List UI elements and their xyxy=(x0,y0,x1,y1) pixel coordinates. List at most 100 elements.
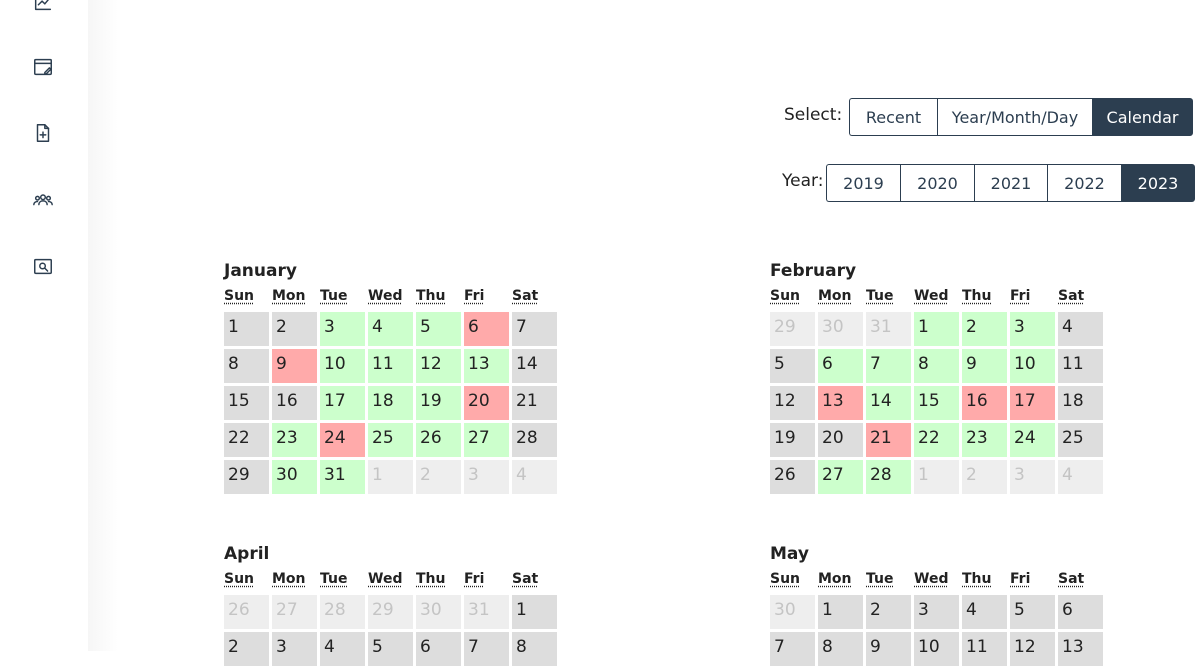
calendar-day[interactable]: 23 xyxy=(962,423,1007,457)
calendar-day[interactable]: 8 xyxy=(224,349,269,383)
calendar-day[interactable]: 10 xyxy=(320,349,365,383)
calendar-day[interactable]: 3 xyxy=(272,632,317,666)
calendar-day[interactable]: 26 xyxy=(416,423,461,457)
calendar-day[interactable]: 20 xyxy=(818,423,863,457)
calendar-day[interactable]: 13 xyxy=(818,386,863,420)
view-recent-button[interactable]: Recent xyxy=(849,98,937,136)
edit-note-icon[interactable] xyxy=(31,55,55,79)
calendar-day[interactable]: 19 xyxy=(416,386,461,420)
calendar-day[interactable]: 21 xyxy=(866,423,911,457)
calendar-day[interactable]: 8 xyxy=(818,632,863,666)
calendar-day[interactable]: 4 xyxy=(1058,312,1103,346)
calendar-day[interactable]: 19 xyxy=(770,423,815,457)
calendar-day[interactable]: 9 xyxy=(866,632,911,666)
view-ymd-button[interactable]: Year/Month/Day xyxy=(937,98,1092,136)
calendar-day[interactable]: 28 xyxy=(866,460,911,494)
calendar-day[interactable]: 30 xyxy=(272,460,317,494)
calendar-day[interactable]: 7 xyxy=(866,349,911,383)
calendar-day[interactable]: 24 xyxy=(1010,423,1055,457)
year-2022-button[interactable]: 2022 xyxy=(1047,164,1121,202)
calendar-day[interactable]: 2 xyxy=(866,595,911,629)
year-2023-button[interactable]: 2023 xyxy=(1121,164,1195,202)
year-2019-button[interactable]: 2019 xyxy=(826,164,900,202)
calendar-day[interactable]: 7 xyxy=(464,632,509,666)
calendar-day[interactable]: 8 xyxy=(512,632,557,666)
chart-icon[interactable] xyxy=(31,0,55,14)
calendar-day[interactable]: 18 xyxy=(1058,386,1103,420)
calendar-day[interactable]: 10 xyxy=(914,632,959,666)
year-2020-button[interactable]: 2020 xyxy=(900,164,974,202)
calendar-day[interactable]: 7 xyxy=(770,632,815,666)
calendar-day[interactable]: 3 xyxy=(320,312,365,346)
month-april: April Sun Mon Tue Wed Thu Fri Sat 26 27 28… xyxy=(224,543,564,669)
month-title: January xyxy=(224,261,297,281)
calendar-day[interactable]: 20 xyxy=(464,386,509,420)
calendar-day[interactable]: 26 xyxy=(770,460,815,494)
calendar-day-outside: 30 xyxy=(770,595,815,629)
calendar-day[interactable]: 12 xyxy=(416,349,461,383)
calendar-day[interactable]: 25 xyxy=(1058,423,1103,457)
calendar-day[interactable]: 6 xyxy=(818,349,863,383)
calendar-week: 29 30 31 1 2 3 4 xyxy=(770,312,1110,346)
calendar-day[interactable]: 14 xyxy=(512,349,557,383)
calendar-day[interactable]: 9 xyxy=(272,349,317,383)
calendar-day[interactable]: 15 xyxy=(224,386,269,420)
calendar-day[interactable]: 25 xyxy=(368,423,413,457)
calendar-day[interactable]: 5 xyxy=(770,349,815,383)
calendar-day[interactable]: 13 xyxy=(1058,632,1103,666)
search-document-icon[interactable] xyxy=(31,254,55,278)
calendar-day[interactable]: 12 xyxy=(1010,632,1055,666)
calendar-day[interactable]: 4 xyxy=(320,632,365,666)
calendar-day[interactable]: 4 xyxy=(368,312,413,346)
calendar-day[interactable]: 21 xyxy=(512,386,557,420)
calendar-day[interactable]: 27 xyxy=(464,423,509,457)
calendar-day[interactable]: 1 xyxy=(914,312,959,346)
calendar-day[interactable]: 6 xyxy=(1058,595,1103,629)
calendar-day[interactable]: 3 xyxy=(1010,312,1055,346)
calendar-day[interactable]: 11 xyxy=(1058,349,1103,383)
calendar-day[interactable]: 8 xyxy=(914,349,959,383)
calendar-day[interactable]: 28 xyxy=(512,423,557,457)
calendar-day[interactable]: 14 xyxy=(866,386,911,420)
calendar-day[interactable]: 1 xyxy=(224,312,269,346)
year-2021-button[interactable]: 2021 xyxy=(974,164,1047,202)
calendar-day[interactable]: 1 xyxy=(818,595,863,629)
calendar-day[interactable]: 2 xyxy=(962,312,1007,346)
calendar-day[interactable]: 27 xyxy=(818,460,863,494)
calendar-grid: 30 1 2 3 4 5 6 7 8 9 10 11 12 13 xyxy=(770,595,1110,666)
calendar-day[interactable]: 6 xyxy=(464,312,509,346)
calendar-day[interactable]: 10 xyxy=(1010,349,1055,383)
calendar-day[interactable]: 16 xyxy=(962,386,1007,420)
calendar-day[interactable]: 9 xyxy=(962,349,1007,383)
calendar-day[interactable]: 7 xyxy=(512,312,557,346)
add-document-icon[interactable] xyxy=(31,121,55,145)
calendar-day[interactable]: 13 xyxy=(464,349,509,383)
calendar-day[interactable]: 11 xyxy=(368,349,413,383)
calendar-day[interactable]: 24 xyxy=(320,423,365,457)
calendar-day[interactable]: 22 xyxy=(914,423,959,457)
calendar-day[interactable]: 18 xyxy=(368,386,413,420)
calendar-day[interactable]: 15 xyxy=(914,386,959,420)
calendar-day[interactable]: 29 xyxy=(224,460,269,494)
calendar-day[interactable]: 2 xyxy=(272,312,317,346)
calendar-day[interactable]: 2 xyxy=(224,632,269,666)
calendar-day[interactable]: 5 xyxy=(1010,595,1055,629)
calendar-day[interactable]: 16 xyxy=(272,386,317,420)
calendar-day[interactable]: 6 xyxy=(416,632,461,666)
weekday-label: Wed xyxy=(914,288,949,304)
calendar-day[interactable]: 17 xyxy=(1010,386,1055,420)
calendar-day[interactable]: 11 xyxy=(962,632,1007,666)
calendar-day[interactable]: 23 xyxy=(272,423,317,457)
group-icon[interactable] xyxy=(31,188,55,212)
calendar-day[interactable]: 17 xyxy=(320,386,365,420)
view-calendar-button[interactable]: Calendar xyxy=(1092,98,1193,136)
calendar-day[interactable]: 1 xyxy=(512,595,557,629)
calendar-day[interactable]: 4 xyxy=(962,595,1007,629)
calendar-day[interactable]: 5 xyxy=(416,312,461,346)
calendar-day[interactable]: 5 xyxy=(368,632,413,666)
calendar-day[interactable]: 22 xyxy=(224,423,269,457)
calendar-day[interactable]: 12 xyxy=(770,386,815,420)
weekday-label: Sun xyxy=(224,571,255,587)
calendar-day[interactable]: 3 xyxy=(914,595,959,629)
calendar-day[interactable]: 31 xyxy=(320,460,365,494)
